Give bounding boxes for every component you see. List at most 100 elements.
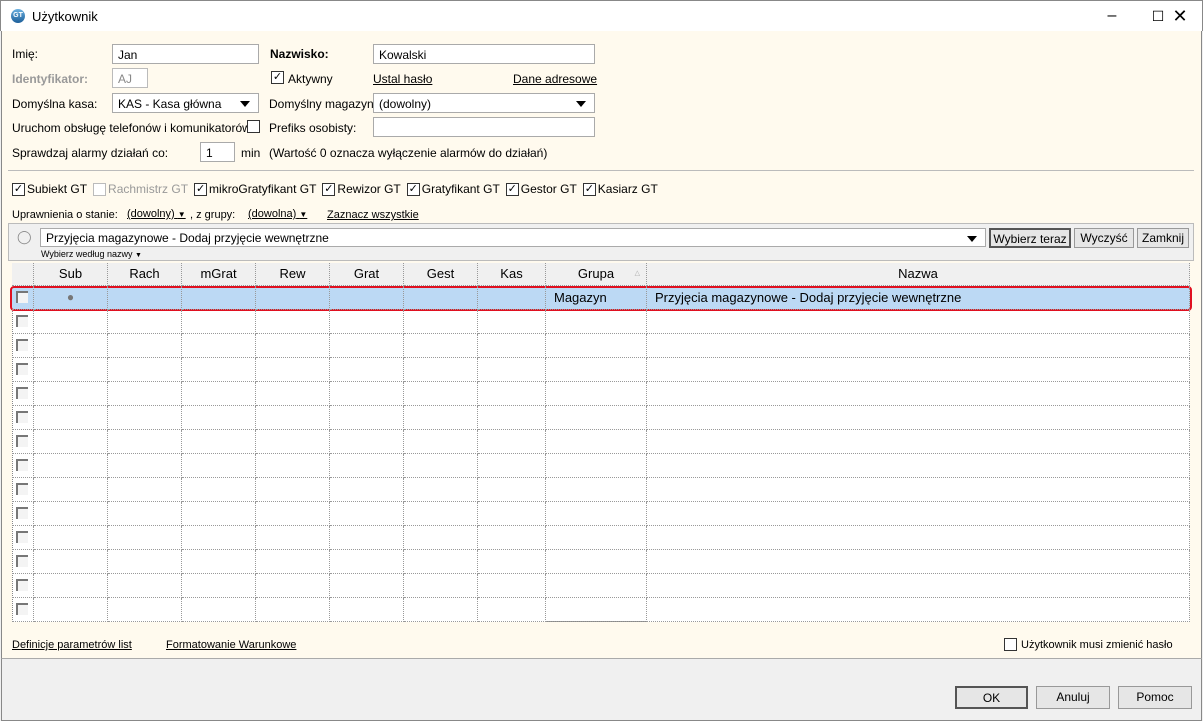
grupa-dropdown[interactable]: (dowolna) ▼	[248, 208, 307, 220]
row-checkbox[interactable]	[16, 459, 28, 471]
column-header-nazwa[interactable]: Nazwa	[647, 263, 1190, 286]
table-cell	[404, 454, 478, 478]
table-row[interactable]	[12, 358, 1190, 382]
table-cell	[478, 382, 546, 406]
clear-button[interactable]: Wyczyść	[1074, 228, 1134, 248]
aktywny-checkbox[interactable]: ✓	[271, 71, 284, 84]
table-cell	[256, 526, 330, 550]
module-checkbox[interactable]: ✓	[12, 182, 25, 196]
table-row[interactable]	[12, 334, 1190, 358]
ustal-haslo-link[interactable]: Ustal hasło	[373, 72, 432, 86]
row-checkbox[interactable]	[16, 555, 28, 567]
module-checkbox[interactable]: ✓	[322, 182, 336, 196]
table-row[interactable]	[12, 310, 1190, 334]
module-mikrogratyfikant-gt[interactable]: ✓ mikroGratyfikant GT	[194, 182, 316, 196]
module-checkbox[interactable]: ✓	[194, 182, 208, 196]
aktywny-label: Aktywny	[288, 72, 333, 86]
sort-icon[interactable]: △	[635, 263, 640, 285]
kasa-dropdown[interactable]: KAS - Kasa główna	[112, 93, 259, 113]
table-cell	[330, 310, 404, 334]
module-gestor-gt[interactable]: ✓ Gestor GT	[505, 182, 577, 196]
row-checkbox[interactable]	[16, 291, 28, 303]
table-cell	[108, 550, 182, 574]
column-header-rach[interactable]: Rach	[108, 263, 182, 286]
help-button[interactable]: Pomoc	[1118, 686, 1192, 709]
close-filter-button[interactable]: Zamknij	[1137, 228, 1189, 248]
module-checkbox[interactable]: ✓	[406, 182, 420, 196]
module-checkbox[interactable]: ✓	[582, 182, 596, 196]
module-checkbox[interactable]: ✓	[505, 182, 519, 196]
table-row[interactable]	[12, 502, 1190, 526]
row-checkbox[interactable]	[16, 483, 28, 495]
row-checkbox[interactable]	[16, 435, 28, 447]
button-bar: OK Anuluj Pomoc	[1, 658, 1202, 721]
telefony-label: Uruchom obsługę telefonów i komunikatoró…	[12, 121, 251, 135]
by-name-dropdown[interactable]: Wybierz według nazwy ▼	[41, 249, 142, 259]
column-header-label: Grat	[353, 266, 380, 281]
module-subiekt-gt[interactable]: ✓ Subiekt GT	[12, 182, 87, 196]
column-header-mgrat[interactable]: mGrat	[182, 263, 256, 286]
row-checkbox[interactable]	[16, 387, 28, 399]
telefony-checkbox[interactable]	[247, 120, 260, 133]
table-row[interactable]: ● Magazyn Przyjęcia magazynowe - Dodaj prz…	[12, 286, 1190, 310]
ok-button[interactable]: OK	[955, 686, 1028, 709]
table-row[interactable]	[12, 526, 1190, 550]
table-row[interactable]	[12, 406, 1190, 430]
filter-funnel-icon[interactable]: ◯	[17, 229, 32, 245]
row-checkbox[interactable]	[16, 315, 28, 327]
table-cell	[12, 598, 34, 622]
definicje-link[interactable]: Definicje parametrów list	[12, 639, 132, 651]
cancel-button[interactable]: Anuluj	[1036, 686, 1110, 709]
table-row[interactable]	[12, 430, 1190, 454]
table-cell	[182, 286, 256, 310]
row-checkbox[interactable]	[16, 411, 28, 423]
module-rewizor-gt[interactable]: ✓ Rewizor GT	[322, 182, 401, 196]
table-cell	[12, 526, 34, 550]
column-header-kas[interactable]: Kas	[478, 263, 546, 286]
formatowanie-link[interactable]: Formatowanie Warunkowe	[166, 639, 296, 651]
module-rachmistrz-gt[interactable]: Rachmistrz GT	[93, 182, 188, 196]
module-checkbox[interactable]	[93, 182, 107, 196]
row-checkbox[interactable]	[16, 507, 28, 519]
column-header-gest[interactable]: Gest	[404, 263, 478, 286]
column-header-grupa[interactable]: Grupa △	[546, 263, 647, 286]
table-row[interactable]	[12, 550, 1190, 574]
table-cell	[108, 286, 182, 310]
nazwisko-input[interactable]: Kowalski	[373, 44, 595, 64]
imie-input[interactable]: Jan	[112, 44, 259, 64]
table-cell	[182, 478, 256, 502]
table-cell	[34, 478, 108, 502]
row-checkbox[interactable]	[16, 531, 28, 543]
table-row[interactable]	[12, 454, 1190, 478]
minimize-button[interactable]: –	[1089, 1, 1135, 31]
row-checkbox[interactable]	[16, 363, 28, 375]
table-row[interactable]	[12, 478, 1190, 502]
table-cell	[256, 310, 330, 334]
row-checkbox[interactable]	[16, 603, 28, 615]
magazyn-dropdown[interactable]: (dowolny)	[373, 93, 595, 113]
table-row[interactable]	[12, 574, 1190, 598]
column-header-sub[interactable]: Sub	[34, 263, 108, 286]
column-header-grat[interactable]: Grat	[330, 263, 404, 286]
close-button[interactable]: ✕	[1157, 1, 1203, 31]
stan-dropdown[interactable]: (dowolny) ▼	[127, 208, 186, 220]
select-all-link[interactable]: Zaznacz wszystkie	[327, 209, 419, 221]
must-change-checkbox[interactable]	[1004, 638, 1017, 651]
module-kasiarz-gt[interactable]: ✓ Kasiarz GT	[582, 182, 658, 196]
table-row[interactable]	[12, 382, 1190, 406]
header-select[interactable]	[12, 263, 34, 286]
choose-now-button[interactable]: Wybierz teraz	[989, 228, 1071, 248]
table-cell	[330, 286, 404, 310]
filter-dropdown[interactable]: Przyjęcia magazynowe - Dodaj przyjęcie w…	[40, 228, 986, 247]
column-header-rew[interactable]: Rew	[256, 263, 330, 286]
identyfikator-input[interactable]: AJ	[112, 68, 148, 88]
alarmy-input[interactable]: 1	[200, 142, 235, 162]
row-checkbox[interactable]	[16, 579, 28, 591]
dane-adresowe-link[interactable]: Dane adresowe	[513, 72, 597, 86]
module-gratyfikant-gt[interactable]: ✓ Gratyfikant GT	[406, 182, 500, 196]
table-row[interactable]	[12, 598, 1190, 622]
prefiks-input[interactable]	[373, 117, 595, 137]
stan-label: Uprawnienia o stanie:	[12, 209, 118, 221]
row-checkbox[interactable]	[16, 339, 28, 351]
alarmy-label: Sprawdzaj alarmy działań co:	[12, 146, 169, 160]
